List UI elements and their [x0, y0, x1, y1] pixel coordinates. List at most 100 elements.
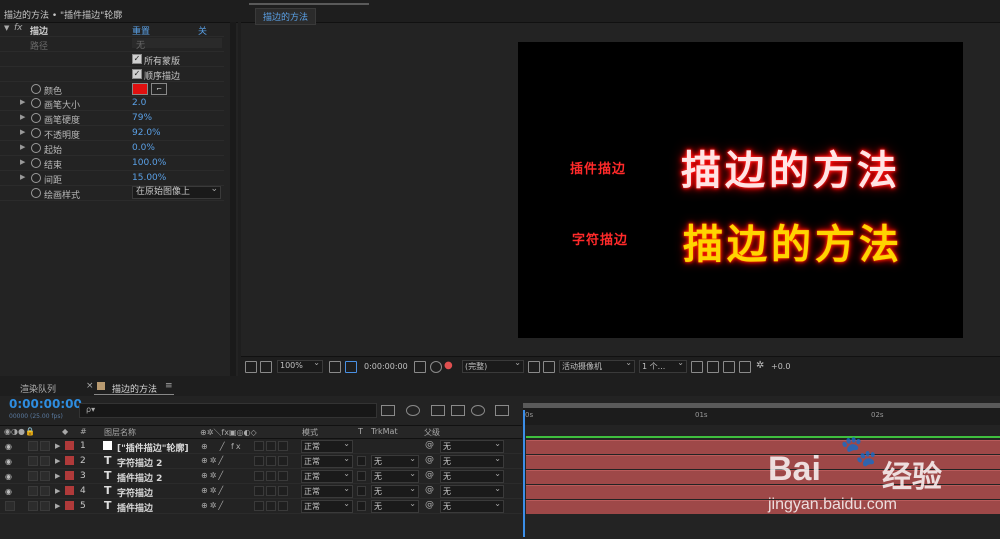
layer-search-input[interactable]: ρ▾ — [79, 403, 377, 418]
layer-switches[interactable]: ⊕✲╱ — [201, 501, 225, 510]
opacity-value[interactable]: 92.0% — [132, 128, 161, 138]
color-swatch[interactable] — [132, 83, 148, 95]
switch-box[interactable] — [278, 501, 288, 511]
blend-mode-select[interactable]: 正常 — [301, 468, 353, 483]
draft-3d-icon[interactable] — [406, 405, 420, 416]
color-channel-icon[interactable]: ● — [444, 360, 453, 371]
toggle-pixel-aspect-icon[interactable] — [691, 361, 703, 373]
lock-toggle[interactable] — [40, 441, 50, 451]
track-matte-select[interactable]: 无 — [371, 468, 419, 483]
label-color[interactable] — [65, 501, 74, 510]
lock-toggle[interactable] — [40, 501, 50, 511]
stopwatch-icon[interactable] — [31, 84, 41, 94]
preserve-transparency-toggle[interactable] — [357, 456, 366, 466]
shy-layers-icon[interactable] — [431, 405, 445, 416]
parent-pickwhip-icon[interactable]: @ — [425, 500, 434, 510]
expand-triangle-icon[interactable]: ▶ — [55, 487, 60, 495]
start-value[interactable]: 0.0% — [132, 143, 155, 153]
parent-select[interactable]: 无 — [440, 468, 504, 483]
stopwatch-icon[interactable] — [31, 188, 41, 198]
camera-select[interactable]: 活动摄像机 — [559, 358, 635, 373]
solo-toggle[interactable] — [28, 471, 38, 481]
parent-select[interactable]: 无 — [440, 438, 504, 453]
stopwatch-icon[interactable] — [31, 173, 41, 183]
graph-editor-icon[interactable] — [495, 405, 509, 416]
lock-toggle[interactable] — [40, 456, 50, 466]
preserve-transparency-toggle[interactable] — [357, 486, 366, 496]
end-value[interactable]: 100.0% — [132, 158, 166, 168]
solo-toggle[interactable] — [28, 441, 38, 451]
eye-icon[interactable]: ◉ — [5, 487, 12, 496]
fx-icon[interactable]: fx — [14, 23, 23, 33]
current-time-display[interactable]: 0:00:00:00 — [9, 397, 82, 411]
time-ruler[interactable]: 0s 01s 02s — [523, 403, 1000, 425]
collapse-triangle-icon[interactable]: ▼ — [4, 24, 9, 32]
layer-name[interactable]: ["插件描边"轮廓] — [117, 441, 189, 454]
parent-select[interactable]: 无 — [440, 498, 504, 513]
layer-switches[interactable]: ⊕✲╱ — [201, 486, 225, 495]
reset-link[interactable]: 重置 — [132, 24, 150, 37]
layer-name[interactable]: 字符描边 — [117, 486, 153, 499]
label-color[interactable] — [65, 441, 74, 450]
close-tab-icon[interactable]: × — [86, 381, 94, 391]
exposure-icon[interactable]: ✲ — [756, 360, 764, 371]
switch-box[interactable] — [278, 471, 288, 481]
expand-triangle-icon[interactable]: ▶ — [20, 113, 25, 121]
fast-preview-icon[interactable] — [707, 361, 719, 373]
composition-canvas[interactable]: 插件描边 描边的方法 字符描边 描边的方法 — [518, 42, 963, 338]
eye-icon[interactable]: ◉ — [5, 457, 12, 466]
switch-box[interactable] — [254, 456, 264, 466]
parent-pickwhip-icon[interactable]: @ — [425, 440, 434, 450]
monitor-icon[interactable] — [260, 361, 272, 373]
track-matte-select[interactable]: 无 — [371, 498, 419, 513]
composition-tab[interactable]: 描边的方法 — [255, 8, 317, 25]
grid-icon[interactable] — [329, 361, 341, 373]
switch-box[interactable] — [266, 501, 276, 511]
expand-triangle-icon[interactable]: ▶ — [20, 158, 25, 166]
label-color[interactable] — [65, 486, 74, 495]
switch-box[interactable] — [278, 456, 288, 466]
switch-box[interactable] — [278, 486, 288, 496]
track-matte-select[interactable]: 无 — [371, 453, 419, 468]
layer-name-header[interactable]: 图层名称 — [104, 427, 136, 438]
paint-style-select[interactable]: 在原始图像上 — [132, 184, 221, 199]
lock-toggle[interactable] — [40, 486, 50, 496]
effect-controls-scrollbar[interactable] — [230, 22, 236, 376]
always-preview-icon[interactable] — [245, 361, 257, 373]
camera-snapshot-icon[interactable] — [414, 361, 426, 373]
effect-row-stroke[interactable]: ▼ fx 描边 重置 关于... — [0, 22, 224, 50]
blend-mode-select[interactable]: 正常 — [301, 483, 353, 498]
solo-toggle[interactable] — [28, 501, 38, 511]
solo-toggle[interactable] — [28, 486, 38, 496]
exposure-value[interactable]: +0.0 — [771, 362, 790, 371]
views-select[interactable]: 1 个... — [639, 358, 687, 373]
eyedropper-icon[interactable]: ⌐ — [151, 83, 167, 95]
expand-triangle-icon[interactable]: ▶ — [20, 173, 25, 181]
expand-triangle-icon[interactable]: ▶ — [55, 472, 60, 480]
stopwatch-icon[interactable] — [31, 158, 41, 168]
timeline-icon[interactable] — [723, 361, 735, 373]
layer-row[interactable]: ◉ ▶ 4 T 字符描边 ⊕✲╱ 正常 无 @ 无 — [0, 483, 522, 499]
spacing-value[interactable]: 15.00% — [132, 173, 166, 183]
eye-toggle-off[interactable] — [5, 501, 15, 511]
switch-box[interactable] — [254, 486, 264, 496]
stopwatch-icon[interactable] — [31, 98, 41, 108]
switch-box[interactable] — [266, 456, 276, 466]
viewer-timecode[interactable]: 0:00:00:00 — [364, 362, 408, 371]
brush-size-value[interactable]: 2.0 — [132, 98, 146, 108]
switch-box[interactable] — [266, 486, 276, 496]
expand-triangle-icon[interactable]: ▶ — [20, 143, 25, 151]
work-area-bar[interactable] — [523, 403, 1000, 408]
panel-menu-icon[interactable]: ≡ — [165, 381, 173, 391]
brush-hardness-value[interactable]: 79% — [132, 113, 152, 123]
switch-box[interactable] — [266, 471, 276, 481]
track-matte-select[interactable]: 无 — [371, 483, 419, 498]
blend-mode-select[interactable]: 正常 — [301, 453, 353, 468]
parent-pickwhip-icon[interactable]: @ — [425, 470, 434, 480]
preserve-transparency-toggle[interactable] — [357, 501, 366, 511]
composition-mini-flowchart-icon[interactable] — [381, 405, 395, 416]
motion-blur-icon[interactable] — [471, 405, 485, 416]
expand-triangle-icon[interactable]: ▶ — [20, 128, 25, 136]
switch-box[interactable] — [254, 441, 264, 451]
layer-row[interactable]: ▶ 5 T 插件描边 ⊕✲╱ 正常 无 @ 无 — [0, 498, 522, 514]
